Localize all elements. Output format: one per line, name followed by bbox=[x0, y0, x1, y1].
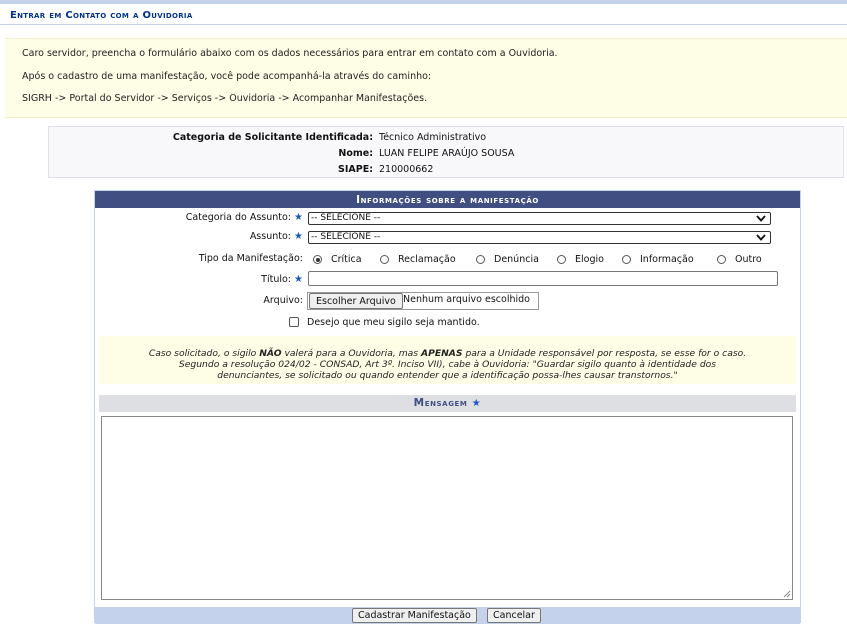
form-footer: Cadastrar Manifestação Cancelar bbox=[95, 607, 800, 624]
arquivo-label-wrap: Arquivo: bbox=[95, 295, 303, 306]
radio-informacao[interactable]: Informação bbox=[622, 254, 694, 265]
chevron-down-icon bbox=[756, 234, 766, 241]
notice-text: Caso solicitado, o sigilo bbox=[148, 348, 260, 359]
radio-label: Crítica bbox=[331, 254, 362, 265]
choose-file-button[interactable]: Escolher Arquivo bbox=[309, 293, 403, 309]
titulo-input[interactable] bbox=[308, 271, 778, 286]
arquivo-label: Arquivo: bbox=[263, 295, 303, 306]
notice-text: valerá para a Ouvidoria, mas bbox=[281, 348, 421, 359]
cancel-button[interactable]: Cancelar bbox=[487, 608, 541, 623]
radio-critica[interactable]: Crítica bbox=[313, 254, 362, 265]
mensagem-header: Mensagem ★ bbox=[99, 395, 796, 412]
notice-line-2: Segundo a resolução 024/02 - CONSAD, Art… bbox=[178, 359, 717, 370]
intro-text-1: Caro servidor, preencha o formulário aba… bbox=[22, 48, 558, 59]
mensagem-textarea[interactable] bbox=[101, 416, 793, 600]
manifestation-form: Informações sobre a manifestação Categor… bbox=[94, 190, 801, 624]
sigilo-checkbox[interactable] bbox=[289, 317, 299, 327]
intro-text-2: Após o cadastro de uma manifestação, voc… bbox=[22, 71, 432, 82]
radio-button-icon[interactable] bbox=[476, 255, 485, 264]
name-label: Nome: bbox=[338, 148, 373, 159]
assunto-label-wrap: Assunto: ★ bbox=[95, 231, 303, 242]
categoria-select[interactable]: -- SELECIONE -- bbox=[308, 212, 771, 225]
radio-button-icon[interactable] bbox=[313, 255, 322, 264]
sigilo-label: Desejo que meu sigilo seja mantido. bbox=[307, 317, 480, 328]
notice-line-3: denunciantes, se solicitado ou quando en… bbox=[217, 370, 678, 381]
siape-value: 210000662 bbox=[379, 164, 434, 175]
categoria-select-value: -- SELECIONE -- bbox=[311, 213, 381, 223]
categoria-label: Categoria do Assunto: bbox=[185, 212, 291, 223]
intro-panel: Caro servidor, preencha o formulário aba… bbox=[5, 38, 847, 118]
notice-line-1: Caso solicitado, o sigilo NÃO valerá par… bbox=[99, 348, 796, 359]
category-label: Categoria de Solicitante Identificada: bbox=[172, 132, 373, 143]
titulo-label: Título: bbox=[261, 274, 291, 285]
notice-emphasis: APENAS bbox=[420, 348, 463, 359]
titulo-label-wrap: Título: ★ bbox=[95, 274, 303, 285]
form-caption: Informações sobre a manifestação bbox=[95, 191, 800, 208]
siape-label: SIAPE: bbox=[338, 164, 373, 175]
sigilo-notice: Caso solicitado, o sigilo NÃO valerá par… bbox=[99, 336, 796, 384]
radio-label: Outro bbox=[735, 254, 762, 265]
chevron-down-icon bbox=[756, 215, 766, 222]
radio-denuncia[interactable]: Denúncia bbox=[476, 254, 539, 265]
assunto-label: Assunto: bbox=[249, 231, 291, 242]
radio-button-icon[interactable] bbox=[622, 255, 631, 264]
required-star-icon: ★ bbox=[294, 274, 303, 285]
required-star-icon: ★ bbox=[294, 231, 303, 242]
radio-button-icon[interactable] bbox=[380, 255, 389, 264]
submit-button[interactable]: Cadastrar Manifestação bbox=[352, 608, 477, 623]
categoria-label-wrap: Categoria do Assunto: ★ bbox=[95, 212, 303, 223]
radio-button-icon[interactable] bbox=[557, 255, 566, 264]
radio-reclamacao[interactable]: Reclamação bbox=[380, 254, 456, 265]
file-status-text: Nenhum arquivo escolhido bbox=[403, 294, 530, 305]
radio-label: Denúncia bbox=[494, 254, 539, 265]
user-info-panel: Categoria de Solicitante Identificada: T… bbox=[48, 126, 844, 178]
tipo-label-wrap: Tipo da Manifestação: bbox=[95, 253, 303, 264]
page-title: Entrar em Contato com a Ouvidoria bbox=[10, 10, 193, 21]
notice-text: para a Unidade responsável por resposta,… bbox=[462, 348, 747, 359]
resize-grip-icon[interactable] bbox=[783, 590, 791, 598]
notice-emphasis: NÃO bbox=[259, 348, 282, 359]
assunto-select-value: -- SELECIONE -- bbox=[311, 232, 381, 242]
assunto-select[interactable]: -- SELECIONE -- bbox=[308, 231, 771, 244]
mensagem-label: Mensagem bbox=[413, 397, 468, 409]
category-value: Técnico Administrativo bbox=[379, 132, 487, 143]
page-title-bar: Entrar em Contato com a Ouvidoria bbox=[0, 0, 847, 25]
radio-label: Informação bbox=[640, 254, 694, 265]
radio-button-icon[interactable] bbox=[717, 255, 726, 264]
required-star-icon: ★ bbox=[294, 212, 303, 223]
radio-label: Reclamação bbox=[398, 254, 456, 265]
required-star-icon: ★ bbox=[471, 398, 482, 409]
radio-outro[interactable]: Outro bbox=[717, 254, 762, 265]
name-value: LUAN FELIPE ARAÚJO SOUSA bbox=[379, 148, 515, 159]
tipo-label: Tipo da Manifestação: bbox=[198, 253, 303, 264]
radio-elogio[interactable]: Elogio bbox=[557, 254, 604, 265]
radio-label: Elogio bbox=[575, 254, 604, 265]
intro-text-3: SIGRH -> Portal do Servidor -> Serviços … bbox=[22, 93, 428, 104]
